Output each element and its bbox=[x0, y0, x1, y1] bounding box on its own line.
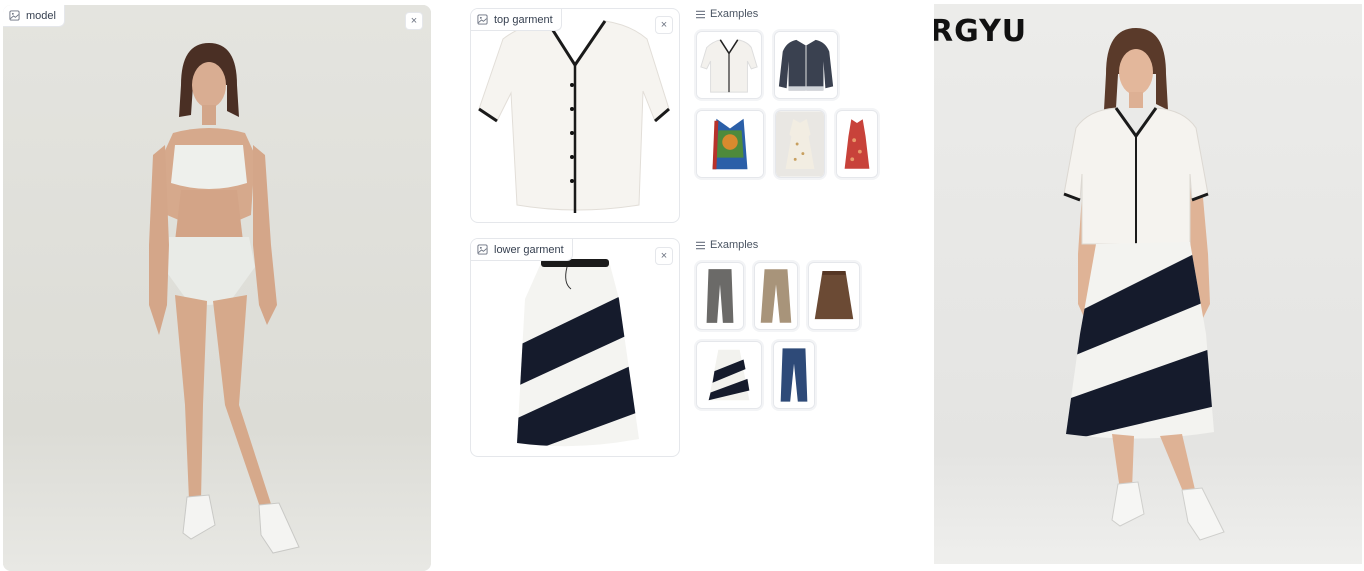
close-icon: × bbox=[410, 15, 418, 27]
top-example-graphic-vest[interactable] bbox=[696, 110, 764, 178]
lower-garment-photo bbox=[517, 259, 639, 447]
top-example-red-dress[interactable] bbox=[836, 110, 878, 178]
lower-garment-close-button[interactable]: × bbox=[655, 247, 673, 265]
watermark-logo: RGYU bbox=[934, 14, 1028, 49]
floral-dress-thumbnail bbox=[776, 111, 824, 177]
model-label-text: model bbox=[26, 9, 56, 22]
graphic-vest-thumbnail bbox=[697, 111, 763, 177]
brown-skirt-thumbnail bbox=[809, 263, 859, 329]
white-blouse-thumbnail bbox=[697, 32, 761, 98]
top-examples-heading: Examples bbox=[696, 8, 758, 20]
image-icon bbox=[477, 244, 488, 255]
top-example-floral-dress[interactable] bbox=[775, 110, 825, 178]
beige-trousers-thumbnail bbox=[755, 263, 797, 329]
lower-garment-label-text: lower garment bbox=[494, 243, 564, 256]
top-examples-heading-text: Examples bbox=[710, 8, 759, 20]
output-image: RGYU bbox=[934, 4, 1362, 564]
lower-example-beige-trousers[interactable] bbox=[754, 262, 798, 330]
top-garment-close-button[interactable]: × bbox=[655, 16, 673, 34]
model-image-panel[interactable]: model × bbox=[3, 5, 431, 571]
model-close-button[interactable]: × bbox=[405, 12, 423, 30]
top-example-white-blouse[interactable] bbox=[696, 31, 762, 99]
top-garment-label-text: top garment bbox=[494, 13, 553, 26]
blue-jeans-thumbnail bbox=[774, 342, 814, 408]
lower-example-grey-trousers[interactable] bbox=[696, 262, 744, 330]
striped-skirt-thumbnail bbox=[697, 342, 761, 408]
lower-garment-label: lower garment bbox=[471, 239, 573, 261]
lower-example-blue-jeans[interactable] bbox=[773, 341, 815, 409]
red-dress-thumbnail bbox=[837, 111, 877, 177]
lower-garment-panel[interactable]: lower garment × bbox=[470, 238, 680, 457]
close-icon: × bbox=[660, 19, 668, 31]
image-icon bbox=[477, 14, 488, 25]
list-icon bbox=[696, 10, 705, 18]
top-garment-panel[interactable]: top garment × bbox=[470, 8, 680, 223]
grey-trousers-thumbnail bbox=[697, 263, 743, 329]
lower-examples-heading: Examples bbox=[696, 239, 758, 251]
list-icon bbox=[696, 241, 705, 249]
lower-example-striped-skirt[interactable] bbox=[696, 341, 762, 409]
navy-cardigan-thumbnail bbox=[775, 32, 837, 98]
model-label: model bbox=[3, 5, 65, 27]
close-icon: × bbox=[660, 250, 668, 262]
lower-example-brown-skirt[interactable] bbox=[808, 262, 860, 330]
top-garment-photo bbox=[478, 20, 670, 213]
image-icon bbox=[9, 10, 20, 21]
top-example-navy-cardigan[interactable] bbox=[774, 31, 838, 99]
top-garment-label: top garment bbox=[471, 9, 562, 31]
lower-examples-heading-text: Examples bbox=[710, 239, 759, 251]
output-photo bbox=[934, 4, 1362, 564]
model-photo bbox=[3, 5, 431, 571]
